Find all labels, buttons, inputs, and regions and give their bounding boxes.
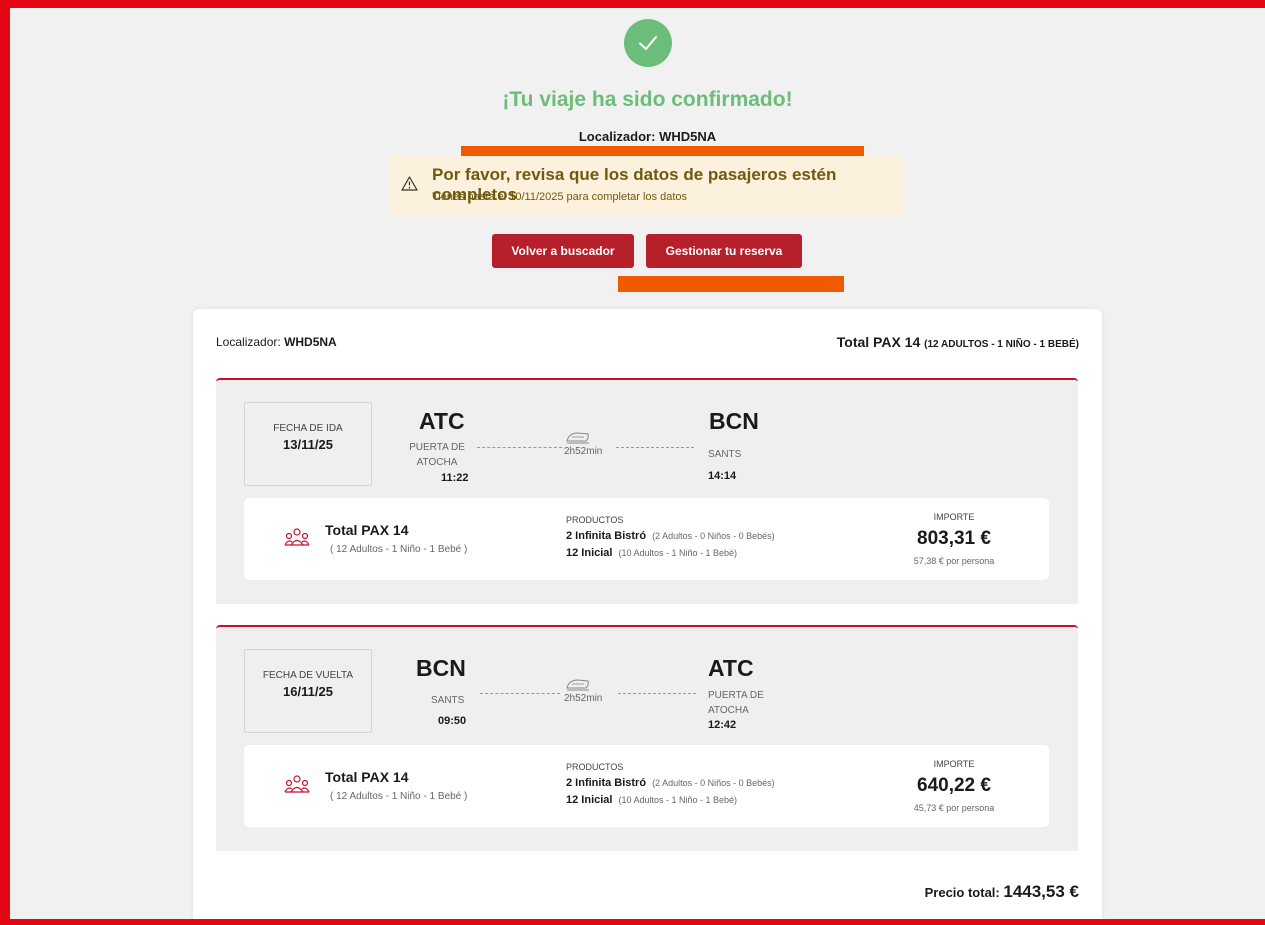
product-item: 12 Inicial (10 Adultos - 1 Niño - 1 Bebé) xyxy=(566,547,737,559)
card-total-pax-detail: (12 ADULTOS - 1 NIÑO - 1 BEBÉ) xyxy=(924,339,1079,350)
product-name: 12 Inicial xyxy=(566,547,613,559)
products-label: PRODUCTOS xyxy=(566,762,624,772)
origin-code: ATC xyxy=(419,408,465,434)
origin-time: 09:50 xyxy=(438,715,467,727)
product-item: 12 Inicial (10 Adultos - 1 Niño - 1 Bebé) xyxy=(566,794,737,806)
card-total-pax-label: Total PAX 14 xyxy=(836,334,921,350)
trip-return: FECHA DE VUELTA 16/11/25 BCN SANTS 09:50… xyxy=(216,625,1078,851)
highlight-bar-buttons xyxy=(618,276,844,292)
pax-total-label: Total PAX 14 xyxy=(325,522,409,538)
card-locator: Localizador: WHD5NA xyxy=(216,335,337,349)
locator-code: WHD5NA xyxy=(659,129,717,144)
dest-name: SANTS xyxy=(708,447,741,462)
trip-detail-panel: Total PAX 14 ( 12 Adultos - 1 Niño - 1 B… xyxy=(244,498,1049,580)
product-name: 2 Infinita Bistró xyxy=(566,530,647,542)
pax-breakdown: ( 12 Adultos - 1 Niño - 1 Bebé ) xyxy=(330,544,468,555)
card-locator-label: Localizador: xyxy=(216,335,281,349)
total-price-value: 1443,53 € xyxy=(1003,882,1079,901)
origin-name-line1: SANTS xyxy=(431,695,465,706)
card-total-pax: Total PAX 14 (12 ADULTOS - 1 NIÑO - 1 BE… xyxy=(837,334,1079,350)
locator-header: Localizador: WHD5NA xyxy=(10,129,1265,144)
trip-date: 16/11/25 xyxy=(283,684,333,699)
success-check-icon xyxy=(624,19,672,67)
dest-time: 14:14 xyxy=(708,470,737,482)
product-name: 2 Infinita Bistró xyxy=(566,777,647,789)
trip-outbound: FECHA DE IDA 13/11/25 ATC PUERTA DE ATOC… xyxy=(216,378,1078,604)
page-frame: ¡Tu viaje ha sido confirmado! Localizado… xyxy=(10,8,1265,919)
trip-date-box: FECHA DE IDA 13/11/25 xyxy=(244,402,372,486)
amount-value: 640,22 € xyxy=(917,775,991,796)
trip-date-box: FECHA DE VUELTA 16/11/25 xyxy=(244,649,372,733)
pax-total-label: Total PAX 14 xyxy=(325,769,409,785)
card-locator-code: WHD5NA xyxy=(284,335,337,349)
product-detail: (10 Adultos - 1 Niño - 1 Bebé) xyxy=(618,795,738,805)
trip-date-label: FECHA DE VUELTA xyxy=(262,670,354,681)
pax-breakdown: ( 12 Adultos - 1 Niño - 1 Bebé ) xyxy=(330,791,468,802)
origin-code: BCN xyxy=(416,655,466,681)
dest-time: 12:42 xyxy=(708,719,737,731)
amount-label: IMPORTE xyxy=(933,512,975,522)
dest-name-line1: SANTS xyxy=(708,449,742,460)
amount-label: IMPORTE xyxy=(933,759,975,769)
route-line-right xyxy=(618,693,696,694)
product-item: 2 Infinita Bistró (2 Adultos - 0 Niños - … xyxy=(566,530,775,542)
dest-code: ATC xyxy=(708,655,754,681)
dest-name-line1: PUERTA DE xyxy=(708,690,764,701)
trip-date-label: FECHA DE IDA xyxy=(273,423,343,434)
product-detail: (2 Adultos - 0 Niños - 0 Bebés) xyxy=(652,531,775,541)
origin-name-line2: ATOCHA xyxy=(416,457,458,468)
dest-code: BCN xyxy=(709,408,759,434)
product-item: 2 Infinita Bistró (2 Adultos - 0 Niños - … xyxy=(566,777,775,789)
route-line-left xyxy=(480,693,560,694)
total-price-label: Precio total: xyxy=(924,885,1000,900)
amount-value: 803,31 € xyxy=(917,528,991,549)
passengers-icon xyxy=(284,528,310,553)
back-to-search-button[interactable]: Volver a buscador xyxy=(492,234,634,268)
booking-card: Localizador: WHD5NA Total PAX 14 (12 ADU… xyxy=(193,309,1102,919)
origin-time: 11:22 xyxy=(441,472,469,484)
dest-name-line2: ATOCHA xyxy=(708,705,749,716)
origin-name-line1: PUERTA DE xyxy=(409,442,465,453)
dest-name: PUERTA DE ATOCHA xyxy=(708,688,764,718)
origin-name: PUERTA DE ATOCHA xyxy=(404,440,470,470)
product-detail: (10 Adultos - 1 Niño - 1 Bebé) xyxy=(618,548,738,558)
product-detail: (2 Adultos - 0 Niños - 0 Bebés) xyxy=(652,778,775,788)
manage-booking-button[interactable]: Gestionar tu reserva xyxy=(646,234,802,268)
locator-label: Localizador: xyxy=(578,129,656,144)
trip-duration: 2h52min xyxy=(564,446,603,457)
trip-detail-panel: Total PAX 14 ( 12 Adultos - 1 Niño - 1 B… xyxy=(244,745,1049,827)
confirmation-title: ¡Tu viaje ha sido confirmado! xyxy=(502,88,793,111)
amount-per-person: 45,73 € por persona xyxy=(913,803,995,813)
product-name: 12 Inicial xyxy=(566,794,613,806)
warning-icon xyxy=(401,176,418,196)
products-label: PRODUCTOS xyxy=(566,515,624,525)
trip-date: 13/11/25 xyxy=(283,437,333,452)
passengers-icon xyxy=(284,775,310,800)
route-line-right xyxy=(616,447,694,448)
warning-subtitle: Tienes hasta el 10/11/2025 para completa… xyxy=(432,191,687,203)
amount-per-person: 57,38 € por persona xyxy=(913,556,995,566)
total-price: Precio total: 1443,53 € xyxy=(925,882,1079,902)
warning-banner: Por favor, revisa que los datos de pasaj… xyxy=(390,156,904,215)
origin-name: SANTS xyxy=(431,693,464,708)
trip-duration: 2h52min xyxy=(564,693,603,704)
route-line-left xyxy=(477,447,562,448)
